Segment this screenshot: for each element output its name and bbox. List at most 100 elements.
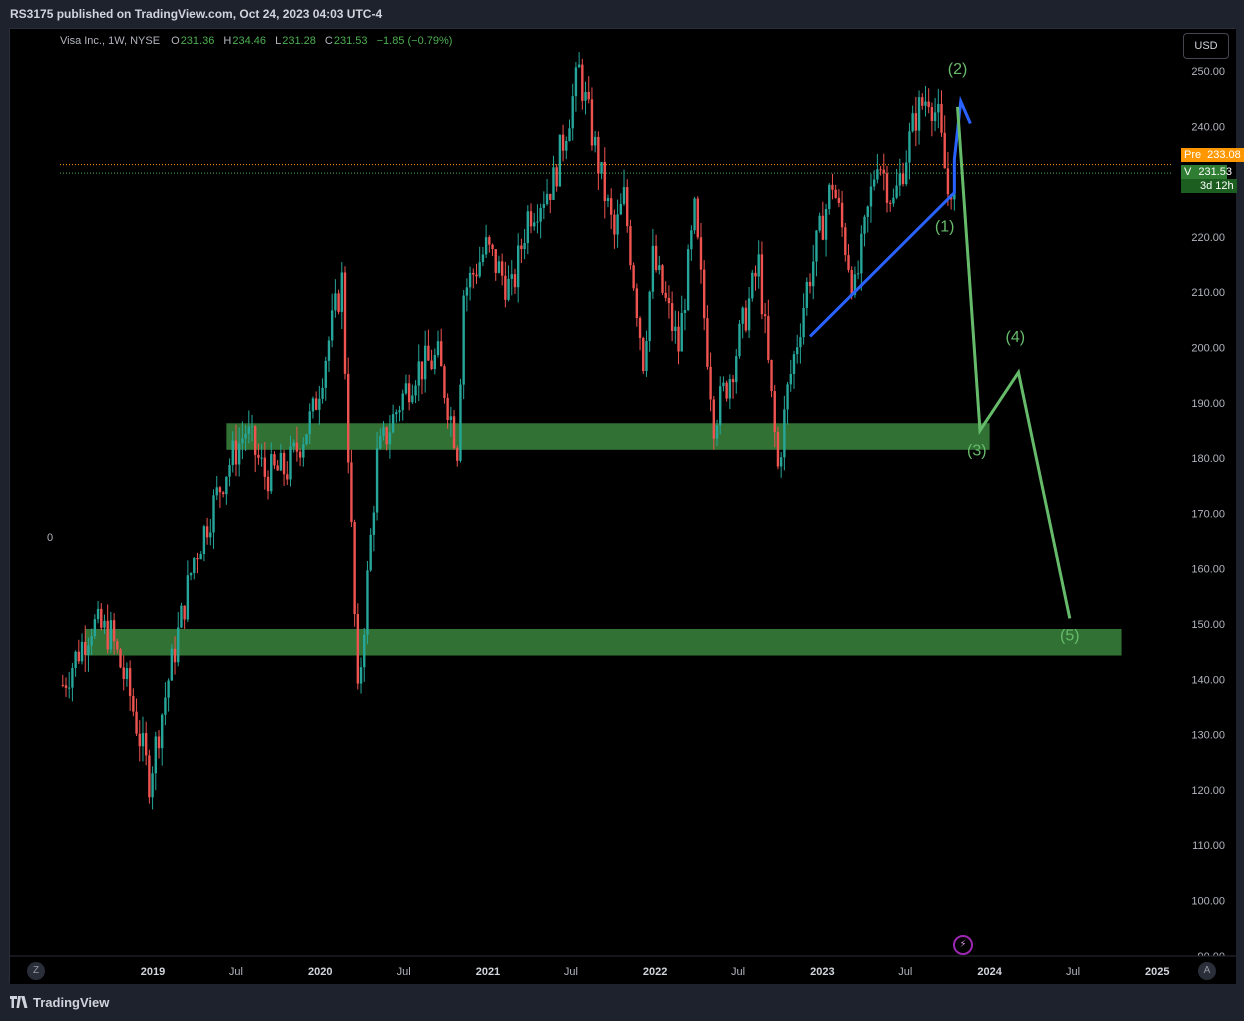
time-tick-2: 2020: [308, 966, 332, 978]
candle-body-116: [433, 355, 437, 370]
price-tick-14: 110.00: [1192, 840, 1225, 852]
candle-body-117: [436, 341, 440, 356]
candle-body-69: [282, 452, 286, 475]
wave-label-4: (4): [1005, 329, 1025, 346]
time-axis-bg: [10, 956, 1236, 984]
candle-body-185: [654, 245, 658, 271]
candle-body-135: [494, 249, 497, 273]
candle-body-204: [715, 425, 719, 439]
candle-body-168: [600, 161, 603, 174]
candle-body-144: [523, 243, 526, 250]
lightning-icon[interactable]: ⚡: [953, 935, 973, 955]
candle-body-40: [189, 573, 193, 576]
price-chart[interactable]: (1)(2)(3)(4)(5) 250.00240.00230.00220.00…: [10, 29, 1236, 984]
candle-body-227: [789, 374, 792, 385]
low-label: L: [275, 35, 282, 47]
high-label: H: [223, 35, 232, 47]
candle-body-27: [148, 755, 151, 798]
wave-label-2: (2): [948, 61, 968, 78]
candle-body-208: [728, 379, 732, 399]
candle-body-186: [658, 265, 661, 271]
candle-body-2: [68, 687, 71, 689]
close-label: C: [324, 35, 333, 47]
v-label: V: [1184, 166, 1192, 178]
candle-body-169: [603, 161, 606, 202]
candle-body-157: [565, 141, 568, 151]
candle-body-213: [744, 307, 748, 331]
candle-body-194: [683, 310, 687, 313]
support-zone-1: [226, 423, 990, 450]
candle-body-268: [921, 97, 924, 106]
candle-body-171: [609, 198, 613, 215]
candle-body-210: [735, 356, 738, 383]
candle-body-137: [500, 261, 504, 276]
last-price-tag: V 231.53: [1181, 165, 1232, 179]
candle-body-216: [754, 272, 757, 277]
price-tick-5: 200.00: [1191, 343, 1225, 355]
candle-body-207: [725, 382, 728, 399]
candle-body-179: [635, 288, 639, 318]
candle-body-220: [767, 316, 770, 361]
candle-body-243: [840, 202, 844, 228]
candle-body-105: [398, 410, 401, 413]
countdown-value: 3d 12h: [1200, 180, 1234, 192]
currency-button[interactable]: USD: [1183, 33, 1229, 59]
candle-body-214: [747, 298, 751, 331]
open-label: O: [171, 35, 180, 47]
candle-body-182: [645, 341, 648, 372]
candle-body-273: [937, 103, 940, 113]
auto-scale-right-button[interactable]: A: [1198, 962, 1216, 980]
candle-body-76: [305, 434, 308, 445]
candle-body-59: [250, 426, 254, 428]
candle-body-57: [244, 433, 247, 439]
time-tick-8: 2023: [810, 966, 834, 978]
candle-body-20: [125, 668, 129, 680]
candle-body-215: [751, 272, 754, 299]
candle-body-11: [96, 608, 100, 620]
candle-body-167: [597, 136, 600, 174]
auto-scale-left-button[interactable]: Z: [27, 962, 45, 980]
candle-body-95: [366, 570, 369, 635]
candle-body-34: [170, 648, 174, 681]
candle-body-77: [308, 411, 311, 435]
candle-body-32: [164, 697, 167, 715]
candle-body-262: [901, 173, 905, 185]
candle-body-33: [167, 680, 170, 698]
candle-body-65: [270, 454, 273, 492]
candle-body-163: [584, 91, 587, 101]
chart-frame[interactable]: (1)(2)(3)(4)(5) 250.00240.00230.00220.00…: [9, 28, 1236, 984]
candle-body-21: [128, 668, 132, 697]
candle-body-42: [196, 558, 199, 560]
candle-body-63: [263, 457, 267, 477]
candle-body-238: [824, 209, 828, 240]
candle-body-201: [706, 318, 709, 367]
candle-body-206: [722, 382, 725, 387]
candle-body-37: [180, 605, 183, 628]
candle-body-29: [154, 736, 157, 774]
candle-body-17: [116, 641, 119, 650]
candle-body-93: [359, 667, 363, 684]
price-tick-1: 240.00: [1191, 121, 1225, 133]
candle-body-99: [379, 436, 382, 449]
candle-body-252: [869, 186, 873, 207]
candle-body-46: [209, 532, 212, 538]
pre-value: 233.08: [1207, 149, 1241, 161]
candle-body-245: [847, 255, 850, 271]
candle-body-104: [395, 412, 398, 415]
time-tick-1: Jul: [229, 966, 243, 978]
candle-body-16: [112, 620, 116, 642]
candle-body-229: [795, 347, 799, 355]
candle-body-13: [103, 620, 106, 628]
candle-body-103: [391, 414, 395, 433]
candle-body-221: [770, 360, 773, 392]
pre-label: Pre: [1184, 149, 1202, 161]
candle-body-205: [719, 386, 722, 426]
candle-body-71: [289, 446, 292, 480]
candle-body-250: [863, 216, 866, 234]
candle-body-191: [674, 326, 677, 332]
candle-body-83: [327, 340, 331, 361]
time-tick-4: 2021: [476, 966, 500, 978]
candle-body-119: [443, 366, 446, 398]
premarket-tag: Pre 233.08: [1181, 148, 1244, 162]
candle-body-14: [106, 620, 109, 650]
